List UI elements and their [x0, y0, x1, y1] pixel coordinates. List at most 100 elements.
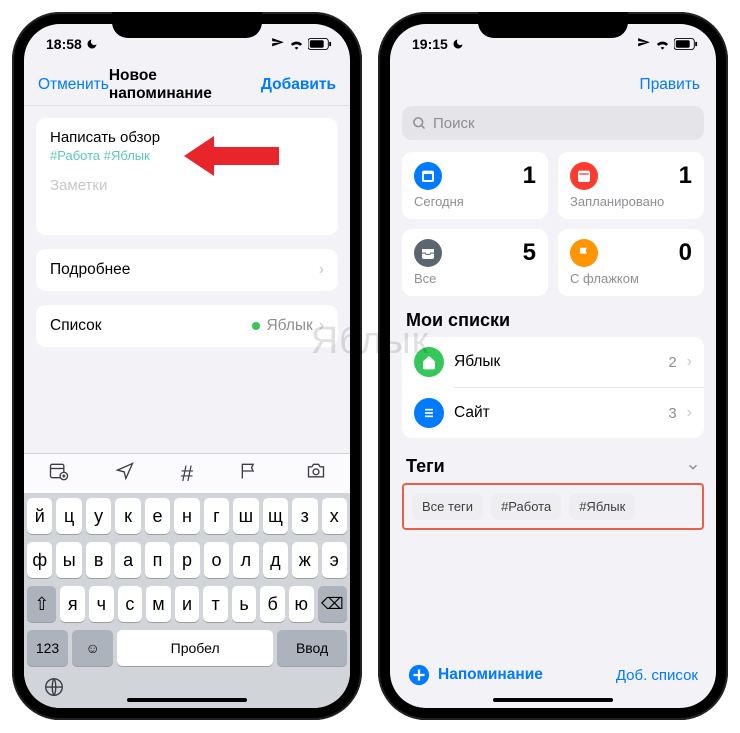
home-icon: [421, 354, 437, 370]
wifi-icon: [289, 38, 304, 50]
key[interactable]: т: [203, 586, 228, 622]
key[interactable]: р: [174, 542, 199, 578]
key[interactable]: ь: [232, 586, 257, 622]
key-row-3: ⇧ я ч с м и т ь б ю ⌫: [27, 586, 347, 622]
mylists-header: Мои списки: [390, 306, 716, 337]
all-card[interactable]: 5 Все: [402, 229, 548, 296]
tag-chip[interactable]: #Яблык: [569, 493, 635, 520]
key[interactable]: д: [263, 542, 288, 578]
flag-icon: [577, 246, 591, 260]
key[interactable]: ч: [89, 586, 114, 622]
key[interactable]: у: [86, 498, 111, 534]
key[interactable]: г: [204, 498, 229, 534]
keyboard: й ц у к е н г ш щ з х ф ы в а п: [24, 493, 350, 708]
key[interactable]: а: [115, 542, 140, 578]
moon-icon: [452, 38, 464, 50]
details-row[interactable]: Подробнее ›: [36, 249, 338, 291]
key[interactable]: щ: [263, 498, 288, 534]
summary-grid-row-2: 5 Все 0 С флажком: [390, 229, 716, 306]
globe-icon[interactable]: [43, 676, 65, 698]
add-list-button[interactable]: Доб. список: [616, 667, 698, 684]
screen-left: 18:58 Отменить Новое напоминание Добавит…: [24, 24, 350, 708]
airplane-icon: [637, 37, 651, 51]
emoji-key[interactable]: ☺: [72, 630, 113, 666]
key[interactable]: й: [27, 498, 52, 534]
list-count: 3: [668, 405, 676, 422]
flagged-card[interactable]: 0 С флажком: [558, 229, 704, 296]
key[interactable]: с: [118, 586, 143, 622]
backspace-key[interactable]: ⌫: [318, 586, 347, 622]
key[interactable]: к: [115, 498, 140, 534]
calendar-icon: [420, 168, 436, 184]
key[interactable]: э: [322, 542, 347, 578]
cancel-button[interactable]: Отменить: [38, 76, 109, 94]
tags-box: Все теги #Работа #Яблык: [402, 483, 704, 530]
key[interactable]: з: [292, 498, 317, 534]
space-key[interactable]: Пробел: [117, 630, 273, 666]
all-label: Все: [414, 271, 536, 286]
key-row-2: ф ы в а п р о л д ж э: [27, 542, 347, 578]
key[interactable]: х: [322, 498, 347, 534]
key[interactable]: ы: [56, 542, 81, 578]
tag-chip[interactable]: Все теги: [412, 493, 483, 520]
key[interactable]: ц: [56, 498, 81, 534]
phone-left: 18:58 Отменить Новое напоминание Добавит…: [12, 12, 362, 720]
list-dot-icon: [252, 322, 260, 330]
key[interactable]: ф: [27, 542, 52, 578]
list-icon: [421, 405, 437, 421]
enter-key[interactable]: Ввод: [277, 630, 347, 666]
keyboard-area: # й ц у к е н г ш щ: [24, 453, 350, 708]
key[interactable]: м: [146, 586, 171, 622]
lists-card: Яблык 2 › Сайт 3 ›: [402, 337, 704, 438]
list-row[interactable]: Сайт 3 ›: [402, 388, 704, 438]
today-card[interactable]: 1 Сегодня: [402, 152, 548, 219]
key[interactable]: в: [86, 542, 111, 578]
list-value: Яблык: [266, 317, 312, 335]
phone-right: 19:15 Править Поиск 1: [378, 12, 728, 720]
key[interactable]: е: [145, 498, 170, 534]
kb-camera-icon[interactable]: [305, 461, 327, 486]
reminder-notes-input[interactable]: Заметки: [50, 177, 324, 194]
edit-button[interactable]: Править: [640, 76, 700, 94]
home-indicator[interactable]: [493, 698, 613, 702]
tags-header[interactable]: Теги: [390, 452, 716, 483]
kb-hashtag-icon[interactable]: #: [181, 461, 193, 487]
key[interactable]: л: [233, 542, 258, 578]
status-time: 19:15: [412, 36, 448, 52]
details-label: Подробнее: [50, 261, 130, 279]
key[interactable]: п: [145, 542, 170, 578]
annotation-arrow: [184, 136, 279, 176]
home-indicator[interactable]: [127, 698, 247, 702]
key[interactable]: ж: [292, 542, 317, 578]
calendar-icon: [576, 168, 592, 184]
chevron-right-icon: ›: [319, 261, 324, 279]
kb-flag-icon[interactable]: [239, 461, 259, 486]
kb-location-icon[interactable]: [115, 461, 135, 486]
add-button[interactable]: Добавить: [261, 76, 336, 94]
key[interactable]: и: [175, 586, 200, 622]
numbers-key[interactable]: 123: [27, 630, 68, 666]
nav-bar: Отменить Новое напоминание Добавить: [24, 64, 350, 106]
search-input[interactable]: Поиск: [402, 106, 704, 140]
key[interactable]: я: [60, 586, 85, 622]
summary-grid-row-1: 1 Сегодня 1 Запланировано: [390, 152, 716, 229]
key-row-1: й ц у к е н г ш щ з х: [27, 498, 347, 534]
add-reminder-button[interactable]: Напоминание: [408, 664, 543, 686]
list-row[interactable]: Список Яблык ›: [36, 305, 338, 347]
status-time: 18:58: [46, 36, 82, 52]
list-row[interactable]: Яблык 2 ›: [402, 337, 704, 387]
notch: [112, 12, 262, 38]
list-card: Список Яблык ›: [36, 305, 338, 347]
list-count: 2: [668, 354, 676, 371]
kb-calendar-icon[interactable]: [47, 461, 69, 486]
key[interactable]: б: [260, 586, 285, 622]
key[interactable]: ш: [233, 498, 258, 534]
wifi-icon: [655, 38, 670, 50]
key[interactable]: о: [204, 542, 229, 578]
key[interactable]: ю: [289, 586, 314, 622]
key[interactable]: н: [174, 498, 199, 534]
shift-key[interactable]: ⇧: [27, 586, 56, 622]
nav-title: Новое напоминание: [109, 67, 261, 103]
tag-chip[interactable]: #Работа: [491, 493, 561, 520]
planned-card[interactable]: 1 Запланировано: [558, 152, 704, 219]
